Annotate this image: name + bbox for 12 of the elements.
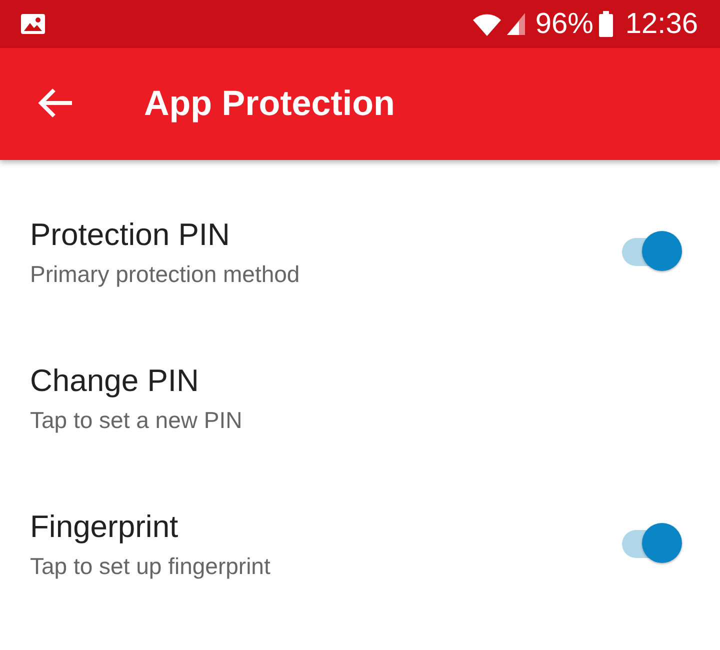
signal-icon xyxy=(505,11,528,37)
battery-percent: 96% xyxy=(535,8,594,40)
setting-title: Change PIN xyxy=(30,362,200,398)
setting-subtitle: Tap to set a new PIN xyxy=(30,406,244,434)
setting-title: Protection PIN xyxy=(30,216,231,252)
setting-subtitle: Primary protection method xyxy=(30,260,301,288)
clock-time: 12:36 xyxy=(625,8,698,40)
image-icon xyxy=(20,13,46,35)
screen-title: App Protection xyxy=(144,84,395,124)
setting-title: Fingerprint xyxy=(30,508,180,544)
setting-subtitle: Tap to set up fingerprint xyxy=(30,552,272,580)
battery-icon xyxy=(599,11,614,37)
